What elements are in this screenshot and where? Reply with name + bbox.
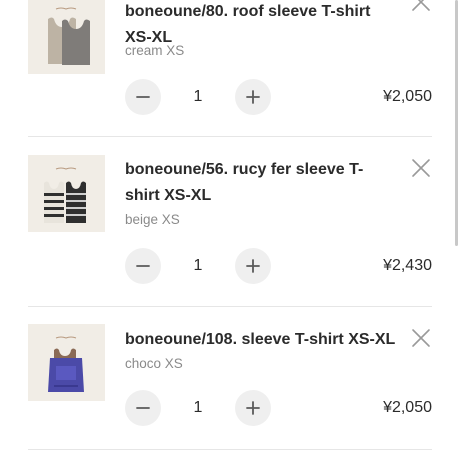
increase-quantity-button[interactable] [235,248,271,284]
close-icon [412,159,430,177]
increase-quantity-button[interactable] [235,390,271,426]
cart-item: boneoune/80. roof sleeve T-shirt XS-XL c… [28,0,432,137]
quantity-value: 1 [193,399,203,416]
decrease-quantity-button[interactable] [125,390,161,426]
product-thumbnail[interactable] [28,324,105,401]
cart-item: boneoune/108. sleeve T-shirt XS-XL choco… [28,307,432,450]
remove-item-button[interactable] [410,327,432,349]
product-title[interactable]: boneoune/56. rucy fer sleeve T-shirt XS-… [125,157,397,209]
cart-screen: boneoune/80. roof sleeve T-shirt XS-XL c… [0,0,460,460]
close-icon [412,329,430,347]
minus-icon [136,265,150,267]
cart-item: boneoune/56. rucy fer sleeve T-shirt XS-… [28,137,432,307]
remove-item-button[interactable] [410,157,432,179]
plus-icon [246,90,260,104]
product-variant: cream XS [125,43,185,58]
decrease-quantity-button[interactable] [125,79,161,115]
minus-icon [136,407,150,409]
plus-icon [246,401,260,415]
product-variant: beige XS [125,212,180,227]
product-title[interactable]: boneoune/108. sleeve T-shirt XS-XL [125,327,397,353]
close-icon [412,0,430,11]
quantity-value: 1 [193,88,203,105]
cart-item-list: boneoune/80. roof sleeve T-shirt XS-XL c… [0,0,460,450]
remove-item-button[interactable] [410,0,432,13]
item-price: ¥2,050 [383,88,432,105]
product-variant: choco XS [125,356,183,371]
quantity-stepper: 1 ¥2,050 [125,79,432,115]
product-thumbnail[interactable] [28,0,105,74]
quantity-stepper: 1 ¥2,050 [125,390,432,426]
product-image [28,155,105,232]
decrease-quantity-button[interactable] [125,248,161,284]
minus-icon [136,96,150,98]
item-price: ¥2,050 [383,399,432,416]
item-price: ¥2,430 [383,257,432,274]
quantity-stepper: 1 ¥2,430 [125,248,432,284]
quantity-value: 1 [193,257,203,274]
product-image [28,0,105,74]
product-image [28,324,105,401]
plus-icon [246,259,260,273]
product-thumbnail[interactable] [28,155,105,232]
scrollbar[interactable] [455,0,458,246]
increase-quantity-button[interactable] [235,79,271,115]
